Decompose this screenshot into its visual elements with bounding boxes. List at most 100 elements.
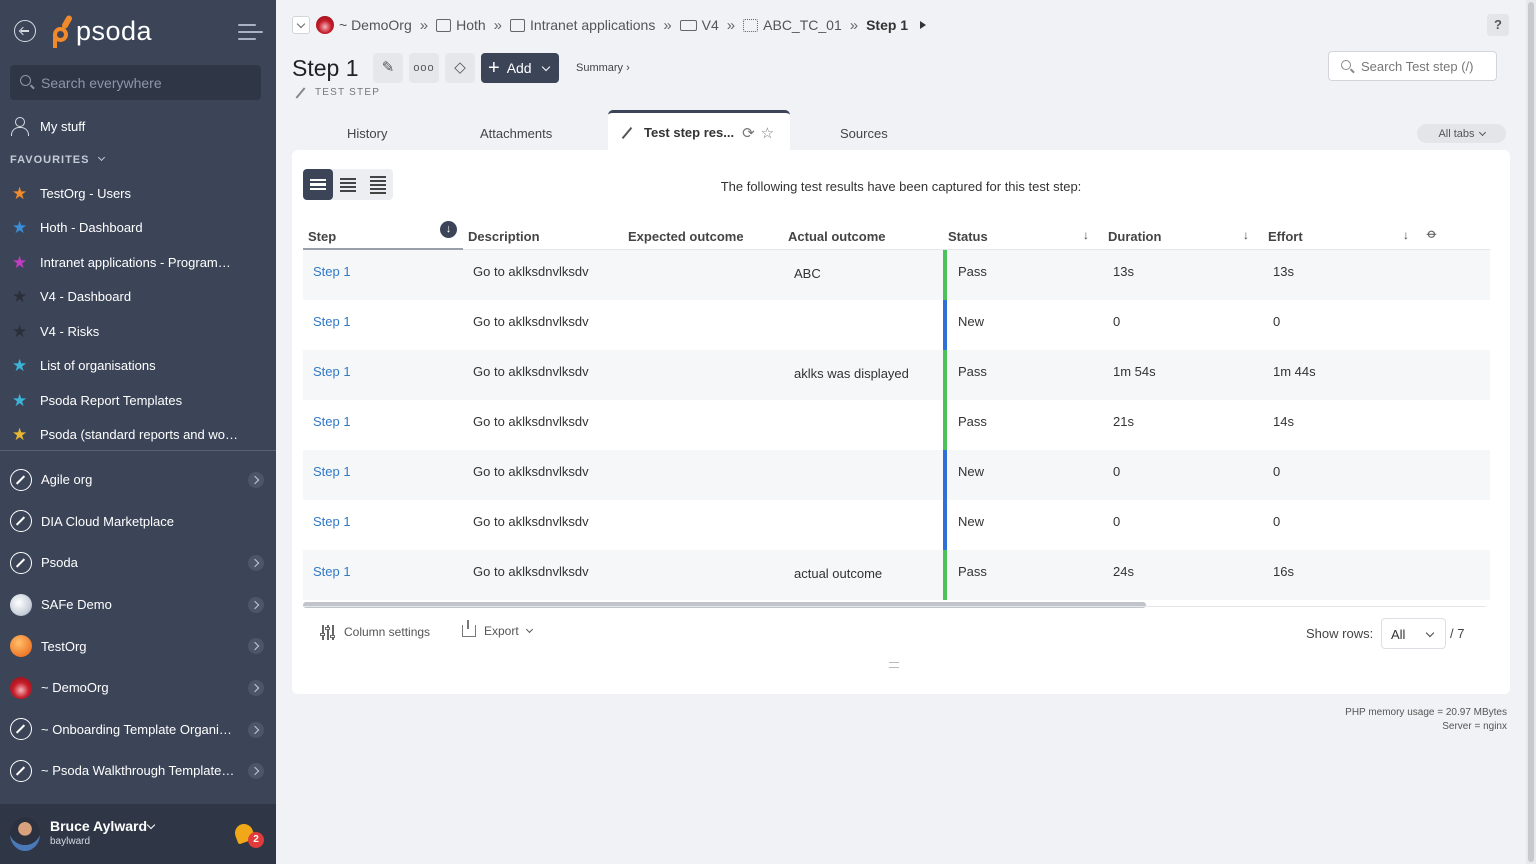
favourites-heading[interactable]: FAVOURITES (10, 153, 105, 166)
table-row[interactable]: Step 1 Go to aklksdnvlksdv ABC Pass 13s … (303, 250, 1490, 300)
search-icon (1341, 60, 1351, 70)
chevron-right-icon[interactable] (248, 763, 264, 780)
breadcrumb-item[interactable]: ABC_TC_01 (743, 17, 842, 33)
table-row[interactable]: Step 1 Go to aklksdnvlksdv New 0 0 (303, 450, 1490, 500)
org-item-testorg[interactable]: TestOrg (0, 625, 276, 667)
more-button[interactable]: ooo (409, 53, 439, 83)
chevron-right-icon[interactable] (248, 596, 264, 613)
org-item-demoorg[interactable]: ~ DemoOrg (0, 667, 276, 709)
column-header-step[interactable]: Step (308, 229, 336, 244)
step-link[interactable]: Step 1 (313, 564, 351, 579)
step-link[interactable]: Step 1 (313, 464, 351, 479)
favourite-item[interactable]: ★ V4 - Risks (0, 314, 276, 349)
summary-link[interactable]: Summary › (576, 62, 630, 74)
table-row[interactable]: Step 1 Go to aklksdnvlksdv Pass 21s 14s (303, 400, 1490, 450)
sort-desc-icon[interactable]: ↓ (440, 221, 457, 238)
all-tabs-label: All tabs (1438, 127, 1475, 140)
rows-per-page-select[interactable]: All (1381, 618, 1446, 649)
status-cell: Pass (958, 414, 987, 429)
sidebar-item-my-stuff[interactable]: My stuff (0, 113, 276, 139)
breadcrumb-item[interactable]: Hoth (436, 17, 486, 33)
edit-button[interactable]: ✎ (373, 53, 403, 83)
star-outline-icon[interactable]: ☆ (761, 124, 774, 142)
sidebar-header: psoda (0, 0, 276, 60)
chevron-down-icon (146, 820, 156, 830)
column-header-actual-outcome[interactable]: Actual outcome (788, 229, 886, 244)
step-link[interactable]: Step 1 (313, 314, 351, 329)
table-row[interactable]: Step 1 Go to aklksdnvlksdv aklks was dis… (303, 350, 1490, 400)
column-header-expected-outcome[interactable]: Expected outcome (628, 229, 744, 244)
column-settings-button[interactable]: Column settings (320, 624, 430, 640)
sort-arrow-icon[interactable]: ↓ (1083, 228, 1089, 242)
help-button[interactable]: ? (1487, 14, 1509, 36)
chevron-right-icon[interactable] (248, 721, 264, 738)
org-pen-icon (10, 468, 32, 491)
breadcrumb-item[interactable]: V4 (679, 17, 719, 33)
sort-arrow-icon[interactable]: ↓ (1403, 228, 1409, 242)
favourite-item[interactable]: ★ TestOrg - Users (0, 176, 276, 211)
breadcrumb-item[interactable]: Intranet applications (510, 17, 655, 33)
horizontal-scrollbar[interactable] (303, 602, 1486, 608)
org-label: TestOrg (41, 638, 87, 654)
favourite-item[interactable]: ★ Psoda (standard reports and work... (0, 418, 276, 453)
org-item-psoda[interactable]: Psoda (0, 542, 276, 584)
play-icon[interactable] (920, 21, 927, 29)
rows-per-page-value: All (1391, 627, 1406, 642)
sort-arrow-icon[interactable]: ↓ (1243, 228, 1249, 242)
chevron-right-icon[interactable] (248, 638, 264, 655)
step-link[interactable]: Step 1 (313, 514, 351, 529)
step-link[interactable]: Step 1 (313, 364, 351, 379)
favourite-item[interactable]: ★ Hoth - Dashboard (0, 211, 276, 246)
tab-test-step-results[interactable]: Test step res... ⟳ ☆ (608, 110, 790, 152)
favourites-heading-label: FAVOURITES (10, 154, 90, 166)
search-input[interactable]: Search Test step (/) (1328, 51, 1497, 81)
tab-attachments[interactable]: Attachments (480, 126, 552, 141)
org-item-onboarding[interactable]: ~ Onboarding Template Organisa... (0, 709, 276, 751)
status-indicator (943, 250, 947, 300)
favourite-item[interactable]: ★ V4 - Dashboard (0, 280, 276, 315)
back-icon[interactable] (14, 20, 36, 42)
status-indicator (943, 500, 947, 550)
status-cell: Pass (958, 564, 987, 579)
export-button[interactable]: Export (462, 620, 533, 638)
resize-handle[interactable] (889, 662, 899, 668)
collapse-sidebar-icon[interactable] (238, 23, 263, 41)
step-link[interactable]: Step 1 (313, 414, 351, 429)
star-icon: ★ (12, 183, 28, 203)
breadcrumb-item[interactable]: ~ DemoOrg (316, 16, 412, 34)
column-header-duration[interactable]: Duration (1108, 229, 1161, 244)
favourite-item[interactable]: ★ Intranet applications - Programme... (0, 245, 276, 280)
star-icon: ★ (12, 425, 28, 445)
table-row[interactable]: Step 1 Go to aklksdnvlksdv actual outcom… (303, 550, 1490, 600)
vertical-scrollbar[interactable] (1526, 0, 1536, 864)
tag-button[interactable]: ◇ (445, 53, 475, 83)
org-item-agile-org[interactable]: Agile org (0, 459, 276, 501)
chevron-right-icon[interactable] (248, 679, 264, 696)
all-tabs-button[interactable]: All tabs (1417, 124, 1506, 143)
table-row[interactable]: Step 1 Go to aklksdnvlksdv New 0 0 (303, 300, 1490, 350)
breadcrumb-label: Hoth (456, 17, 486, 33)
favourite-item[interactable]: ★ List of organisations (0, 349, 276, 384)
global-search-input[interactable]: Search everywhere (10, 65, 261, 100)
table-row[interactable]: Step 1 Go to aklksdnvlksdv New 0 0 (303, 500, 1490, 550)
column-header-effort[interactable]: Effort (1268, 229, 1303, 244)
favourite-label: Intranet applications - Programme... (40, 254, 240, 270)
step-link[interactable]: Step 1 (313, 264, 351, 279)
psoda-logo[interactable]: psoda (50, 13, 152, 49)
org-item-dia-cloud[interactable]: DIA Cloud Marketplace (0, 501, 276, 543)
org-item-safe-demo[interactable]: SAFe Demo (0, 584, 276, 626)
breadcrumb-label: Step 1 (866, 17, 909, 33)
breadcrumb-dropdown[interactable] (292, 16, 310, 34)
user-panel[interactable]: Bruce Aylward baylward (0, 804, 276, 864)
column-header-status[interactable]: Status (948, 229, 988, 244)
tab-history[interactable]: History (347, 126, 387, 141)
tab-sources[interactable]: Sources (840, 126, 888, 141)
refresh-icon[interactable]: ⟳ (742, 124, 755, 142)
chevron-right-icon[interactable] (248, 555, 264, 572)
attachment-icon[interactable]: ⌀ (1423, 225, 1441, 243)
chevron-right-icon[interactable] (248, 472, 264, 488)
org-item-walkthrough[interactable]: ~ Psoda Walkthrough Template P... (0, 750, 276, 792)
add-button[interactable]: + Add (481, 53, 559, 83)
column-header-description[interactable]: Description (468, 229, 540, 244)
favourite-item[interactable]: ★ Psoda Report Templates (0, 383, 276, 418)
